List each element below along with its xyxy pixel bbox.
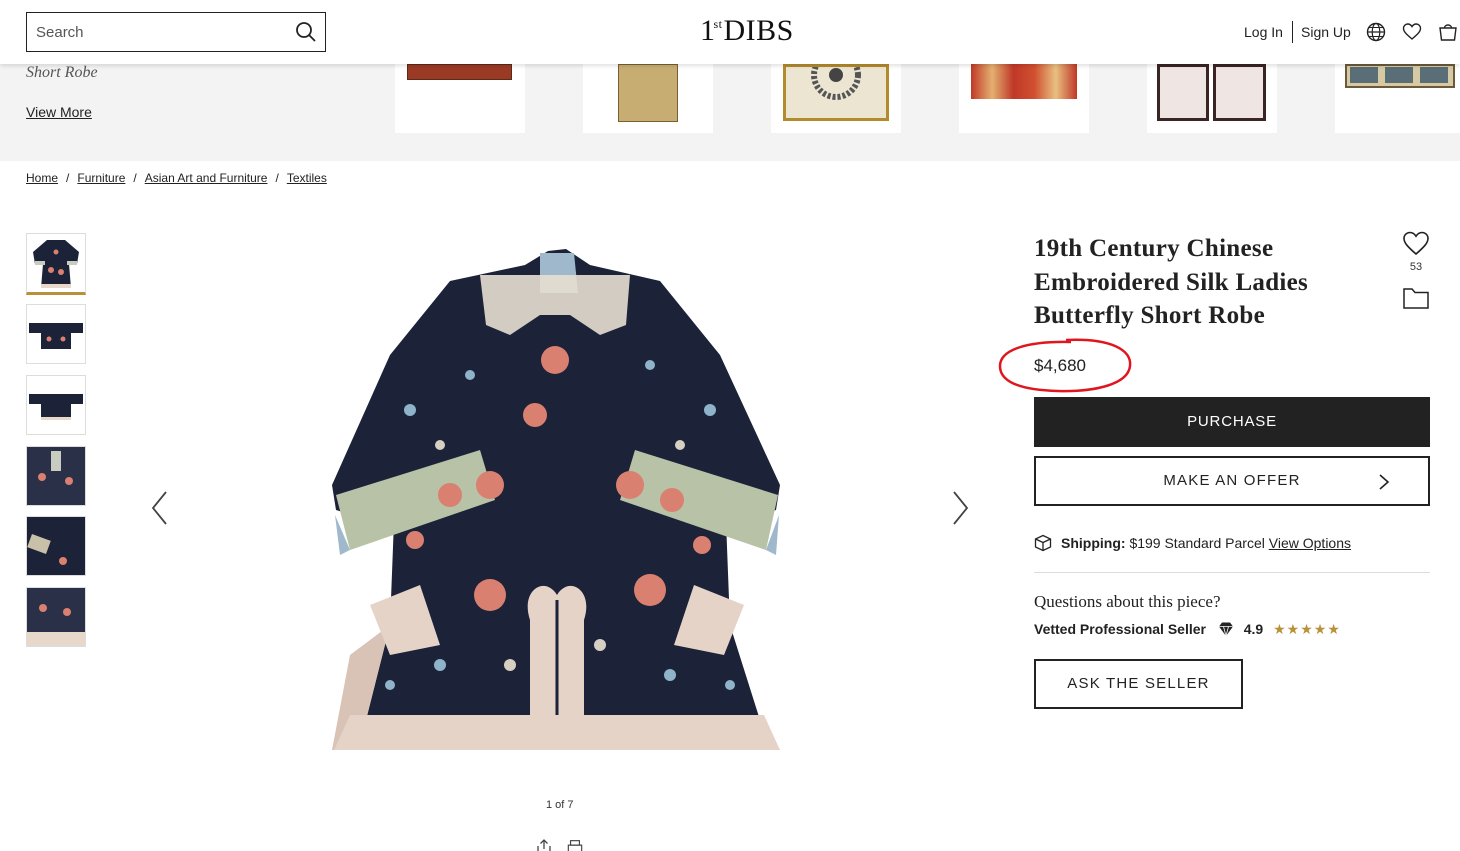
recent-item-image [1213,64,1266,121]
product-main-image[interactable] [330,245,784,770]
seller-rating: 4.9 [1243,621,1264,637]
diamond-icon [1218,622,1233,637]
recent-item-5[interactable] [1147,64,1277,133]
gallery-thumbnail-2[interactable] [26,304,86,364]
search-input[interactable] [27,13,287,51]
recent-item-image [1157,64,1209,121]
favorites-count: 53 [1409,261,1423,273]
gallery-thumbnail-3[interactable] [26,375,86,435]
recent-item-1[interactable] [395,64,525,133]
recent-item-image [618,64,678,122]
image-counter: 1 of 7 [546,799,574,811]
thumbnail-image [27,588,85,646]
gallery-thumbnail-5[interactable] [26,516,86,576]
recent-item-6[interactable] [1335,64,1460,133]
shipping-value: $199 Standard Parcel [1129,535,1265,551]
breadcrumb-separator: / [275,171,279,185]
recent-item-image [1345,64,1455,88]
chevron-right-icon [1379,474,1390,490]
recent-item-4[interactable] [959,64,1089,133]
breadcrumb-textiles[interactable]: Textiles [287,171,327,185]
questions-heading: Questions about this piece? [1034,592,1221,611]
gallery-thumbnail-1[interactable] [26,233,86,295]
signup-link[interactable]: Sign Up [1301,24,1351,40]
heart-icon[interactable] [1402,230,1430,256]
section-divider [1034,572,1430,573]
header-divider [1292,21,1293,43]
thumbnail-image [27,447,85,505]
view-more-link[interactable]: View More [26,104,92,120]
bag-icon[interactable] [1438,22,1458,42]
gallery-thumbnail-6[interactable] [26,587,86,647]
package-icon [1034,534,1052,552]
recent-item-image [783,50,889,121]
site-logo[interactable]: 1stDIBS [700,14,794,48]
search-icon[interactable] [295,21,317,43]
thumbnail-image [29,394,83,420]
medallion-art [811,50,861,100]
thumbnail-image [27,517,85,575]
favorite-button[interactable]: 53 [1398,230,1434,273]
share-icon[interactable] [536,838,552,851]
strip-subtitle: Short Robe [26,64,98,81]
folder-icon[interactable] [1402,286,1430,310]
breadcrumb-home[interactable]: Home [26,171,58,185]
vetted-seller-label: Vetted Professional Seller [1034,621,1206,637]
breadcrumb: Home / Furniture / Asian Art and Furniture / T… [26,171,327,185]
print-icon[interactable] [567,838,583,851]
search-box[interactable] [26,12,326,52]
site-header: 1stDIBS Log In Sign Up [0,0,1460,64]
product-title: 19th Century Chinese Embroidered Silk La… [1034,235,1309,329]
rating-stars: ★★★★★ [1273,621,1341,637]
purchase-button[interactable]: PURCHASE [1034,397,1430,447]
view-shipping-options-link[interactable]: View Options [1269,535,1351,551]
recent-item-3[interactable] [771,50,901,133]
recent-item-image [407,64,512,80]
panels-art [1350,67,1448,83]
seller-info: Vetted Professional Seller 4.9 ★★★★★ [1034,621,1341,638]
login-link[interactable]: Log In [1244,24,1283,40]
ask-seller-button[interactable]: ASK THE SELLER [1034,659,1243,709]
make-offer-label: MAKE AN OFFER [1163,472,1301,489]
globe-icon[interactable] [1366,22,1386,42]
thumbnail-image [33,240,79,288]
logo-super: st [713,17,723,31]
breadcrumb-furniture[interactable]: Furniture [77,171,125,185]
thumbnail-image [29,323,83,349]
shipping-label: Shipping: [1061,535,1126,551]
previous-image-arrow[interactable] [150,490,170,526]
breadcrumb-separator: / [133,171,137,185]
breadcrumb-asian-art[interactable]: Asian Art and Furniture [145,171,268,185]
recent-item-2[interactable] [583,64,713,133]
gallery-thumbnail-4[interactable] [26,446,86,506]
heart-icon[interactable] [1402,22,1422,42]
next-image-arrow[interactable] [950,490,970,526]
product-price: $4,680 [1034,356,1086,375]
make-offer-button[interactable]: MAKE AN OFFER [1034,456,1430,506]
recently-viewed-strip: Short Robe View More [0,50,1460,161]
breadcrumb-separator: / [66,171,70,185]
recent-item-image [971,64,1077,99]
logo-main: DIBS [723,14,794,47]
